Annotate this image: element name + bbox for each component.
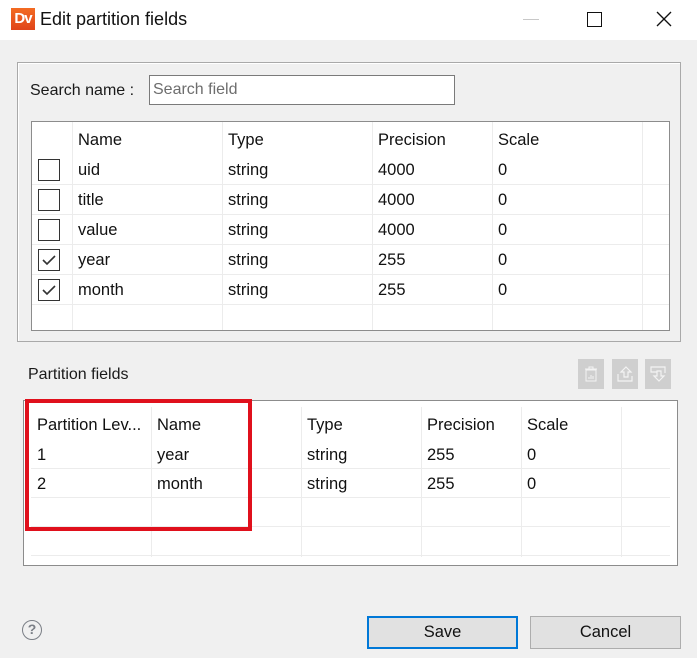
column-header-type[interactable]: Type [228, 125, 264, 155]
app-logo-icon: Dv [11, 8, 35, 30]
column-header-scale[interactable]: Scale [498, 125, 539, 155]
delete-button[interactable] [578, 359, 604, 389]
field-name: month [78, 281, 124, 299]
table-header: Name Type Precision Scale [32, 125, 669, 155]
column-header-name[interactable]: Name [157, 410, 201, 440]
field-type: string [228, 281, 269, 299]
column-header-precision[interactable]: Precision [378, 125, 446, 155]
column-header-scale[interactable]: Scale [527, 410, 568, 440]
partition-fields-label: Partition fields [28, 366, 129, 383]
field-scale: 0 [498, 221, 508, 239]
table-row[interactable]: year string 255 0 [32, 245, 669, 275]
row-checkbox[interactable] [38, 189, 60, 211]
move-down-icon [650, 366, 666, 382]
help-icon[interactable]: ? [22, 620, 42, 640]
row-checkbox[interactable] [38, 279, 60, 301]
move-down-button[interactable] [645, 359, 671, 389]
table-header: Partition Lev... Name Type Precision Sca… [31, 410, 670, 440]
close-button[interactable] [641, 0, 687, 38]
save-button[interactable]: Save [367, 616, 518, 649]
table-row-empty [31, 527, 670, 556]
trash-icon [585, 366, 597, 382]
table-row[interactable]: uid string 4000 0 [32, 155, 669, 185]
field-precision: 4000 [378, 221, 415, 239]
cancel-button[interactable]: Cancel [530, 616, 681, 649]
table-row[interactable]: 1 year string 255 0 [31, 440, 670, 469]
field-name: title [78, 191, 104, 209]
row-checkbox[interactable] [38, 249, 60, 271]
table-row[interactable]: title string 4000 0 [32, 185, 669, 215]
partition-scale: 0 [527, 446, 537, 464]
partition-type: string [307, 446, 348, 464]
table-row[interactable]: month string 255 0 [32, 275, 669, 305]
field-scale: 0 [498, 161, 508, 179]
fields-table: Name Type Precision Scale uid string 400… [31, 121, 670, 331]
move-up-button[interactable] [612, 359, 638, 389]
column-header-type[interactable]: Type [307, 410, 343, 440]
minimize-button[interactable] [508, 0, 554, 38]
table-row[interactable]: 2 month string 255 0 [31, 469, 670, 498]
field-scale: 0 [498, 191, 508, 209]
partition-precision: 255 [427, 475, 455, 493]
partition-table-body: Partition Lev... Name Type Precision Sca… [31, 407, 670, 557]
table-row[interactable]: value string 4000 0 [32, 215, 669, 245]
minimize-icon [523, 18, 539, 20]
partition-level: 1 [37, 446, 47, 464]
move-up-icon [617, 366, 633, 382]
partition-name: year [157, 446, 190, 464]
field-type: string [228, 221, 269, 239]
search-input[interactable] [149, 75, 455, 105]
checkmark-icon [42, 285, 56, 296]
partition-name: month [157, 475, 203, 493]
field-precision: 4000 [378, 191, 415, 209]
field-type: string [228, 191, 269, 209]
row-checkbox[interactable] [38, 159, 60, 181]
maximize-icon [586, 11, 602, 27]
title-bar: Dv Edit partition fields [0, 0, 697, 40]
column-header-precision[interactable]: Precision [427, 410, 495, 440]
field-precision: 255 [378, 251, 406, 269]
partition-fields-table: Partition Lev... Name Type Precision Sca… [23, 400, 678, 566]
column-header-name[interactable]: Name [78, 125, 122, 155]
field-name: year [78, 251, 111, 269]
field-scale: 0 [498, 281, 508, 299]
checkmark-icon [42, 255, 56, 266]
partition-precision: 255 [427, 446, 455, 464]
partition-level: 2 [37, 475, 47, 493]
field-precision: 255 [378, 281, 406, 299]
field-scale: 0 [498, 251, 508, 269]
field-type: string [228, 161, 269, 179]
search-label: Search name : [30, 82, 135, 99]
partition-type: string [307, 475, 348, 493]
row-checkbox[interactable] [38, 219, 60, 241]
field-precision: 4000 [378, 161, 415, 179]
window-title: Edit partition fields [40, 9, 188, 29]
field-name: uid [78, 161, 101, 179]
maximize-button[interactable] [571, 0, 617, 38]
table-row-empty [31, 498, 670, 527]
close-icon [656, 11, 672, 27]
partition-scale: 0 [527, 475, 537, 493]
field-name: value [78, 221, 118, 239]
field-type: string [228, 251, 269, 269]
column-header-partition-level[interactable]: Partition Lev... [37, 410, 141, 440]
